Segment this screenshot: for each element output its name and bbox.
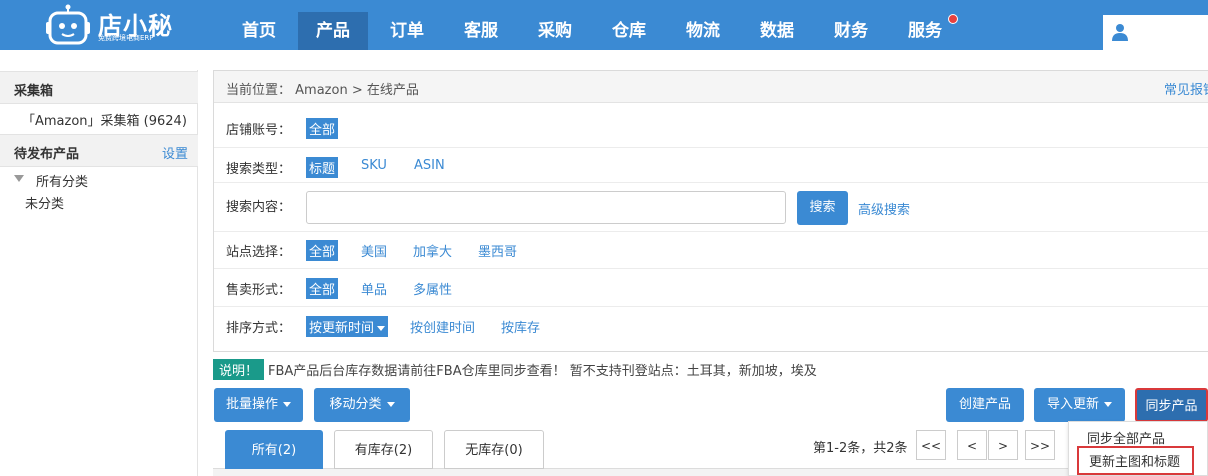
site-option-all[interactable]: 全部 [306, 240, 339, 261]
sidebar-item-uncategorized[interactable]: 未分类 [25, 193, 64, 212]
sidebar-settings-link[interactable]: 设置 [162, 143, 188, 162]
divider [214, 268, 1208, 269]
sidebar-item-amazon-collect[interactable]: 「Amazon」采集箱 (9624) [22, 110, 187, 129]
sync-dropdown-menu: 同步全部产品 更新主图和标题 [1068, 421, 1208, 476]
prev-page-button[interactable]: < [957, 430, 987, 460]
sort-by-stock[interactable]: 按库存 [501, 317, 540, 336]
nav-purchase[interactable]: 采购 [520, 12, 590, 50]
divider [214, 231, 1208, 232]
search-type-sku[interactable]: SKU [361, 158, 387, 173]
button-label: 批量操作 [225, 397, 278, 412]
move-category-button[interactable]: 移动分类 [314, 388, 410, 422]
divider [214, 147, 1208, 148]
import-update-button[interactable]: 导入更新 [1034, 388, 1125, 422]
breadcrumb-bar: 当前位置： Amazon > 在线产品 常见报错 [214, 71, 1208, 103]
robot-logo-icon [46, 4, 90, 45]
divider [214, 182, 1208, 183]
user-icon [1112, 24, 1128, 41]
notification-dot [948, 14, 958, 24]
account-label: 店铺账号： [226, 123, 292, 138]
site-option-canada[interactable]: 加拿大 [413, 241, 452, 260]
pagination-summary: 第1-2条，共2条 [813, 441, 908, 456]
search-type-asin[interactable]: ASIN [414, 158, 445, 173]
create-product-button[interactable]: 创建产品 [946, 388, 1024, 422]
account-option-all[interactable]: 全部 [306, 118, 339, 139]
search-button[interactable]: 搜索 [797, 191, 848, 225]
nav-data[interactable]: 数据 [742, 12, 812, 50]
nav-orders[interactable]: 订单 [372, 12, 442, 50]
menu-item-sync-all[interactable]: 同步全部产品 [1087, 428, 1165, 447]
search-content-label: 搜索内容： [226, 200, 292, 215]
user-menu[interactable] [1103, 15, 1208, 50]
notice-badge: 说明！ [213, 359, 265, 380]
sell-form-variation[interactable]: 多属性 [413, 279, 452, 298]
sell-form-label: 售卖形式： [226, 283, 292, 298]
collapse-triangle-icon[interactable] [14, 175, 24, 182]
sort-option-label: 按更新时间 [309, 321, 375, 336]
sort-by-create-time[interactable]: 按创建时间 [410, 317, 475, 336]
logo-subtitle: 免费跨境电商ERP [98, 34, 154, 42]
tab-out-of-stock[interactable]: 无库存(0) [444, 430, 544, 469]
chevron-down-icon [386, 402, 395, 407]
sidebar: 采集箱 「Amazon」采集箱 (9624) 待发布产品 设置 [0, 70, 198, 476]
faq-link[interactable]: 常见报错 [1164, 79, 1208, 98]
button-label: 导入更新 [1046, 397, 1099, 412]
top-navbar: 店小秘 免费跨境电商ERP 首页 产品 订单 客服 采购 仓库 物流 数据 财务… [0, 0, 1208, 50]
advanced-search-link[interactable]: 高级搜索 [858, 199, 910, 218]
button-label: 移动分类 [329, 397, 382, 412]
sidebar-section-title: 待发布产品 [14, 147, 80, 162]
sidebar-section-collect: 采集箱 [0, 71, 198, 104]
last-page-button[interactable]: >> [1025, 430, 1055, 460]
search-type-label: 搜索类型： [226, 162, 292, 177]
chevron-down-icon [377, 326, 386, 331]
sell-form-all[interactable]: 全部 [306, 278, 339, 299]
breadcrumb-prefix: 当前位置： [226, 83, 292, 98]
next-page-button[interactable]: > [988, 430, 1018, 460]
nav-home[interactable]: 首页 [224, 12, 294, 50]
filter-panel: 当前位置： Amazon > 在线产品 常见报错 店铺账号： 全部 搜索类型： … [213, 70, 1208, 352]
sync-products-button[interactable]: 同步产品 [1135, 388, 1208, 422]
notice-text: FBA产品后台库存数据请前往FBA仓库里同步查看！ 暂不支持刊登站点：土耳其，新… [268, 364, 817, 379]
site-option-mexico[interactable]: 墨西哥 [478, 241, 517, 260]
nav-customer-service[interactable]: 客服 [446, 12, 516, 50]
sort-by-update-time[interactable]: 按更新时间 [306, 316, 389, 337]
site-label: 站点选择： [226, 245, 292, 260]
notice-bar: 说明！ FBA产品后台库存数据请前往FBA仓库里同步查看！ 暂不支持刊登站点：土耳… [213, 359, 817, 380]
nav-logistics[interactable]: 物流 [668, 12, 738, 50]
search-type-title[interactable]: 标题 [306, 157, 339, 178]
tab-in-stock[interactable]: 有库存(2) [334, 430, 433, 469]
batch-operations-button[interactable]: 批量操作 [214, 388, 303, 422]
sell-form-single[interactable]: 单品 [361, 279, 387, 298]
nav-finance[interactable]: 财务 [816, 12, 886, 50]
logo[interactable]: 店小秘 免费跨境电商ERP [44, 4, 194, 46]
breadcrumb-path[interactable]: Amazon > 在线产品 [295, 83, 419, 98]
chevron-down-icon [283, 402, 291, 407]
divider [214, 306, 1208, 307]
breadcrumb: 当前位置： Amazon > 在线产品 [226, 79, 419, 98]
sidebar-section-pending: 待发布产品 设置 [0, 134, 198, 167]
sidebar-section-title: 采集箱 [14, 84, 54, 99]
sidebar-item-all-categories[interactable]: 所有分类 [36, 171, 88, 190]
sort-label: 排序方式： [226, 321, 292, 336]
site-option-us[interactable]: 美国 [361, 241, 387, 260]
nav-products[interactable]: 产品 [298, 12, 368, 50]
menu-item-update-image-title[interactable]: 更新主图和标题 [1077, 446, 1195, 475]
nav-warehouse[interactable]: 仓库 [594, 12, 664, 50]
chevron-down-icon [1104, 402, 1112, 407]
search-input[interactable] [306, 191, 786, 224]
tab-all[interactable]: 所有(2) [225, 430, 323, 469]
first-page-button[interactable]: << [916, 430, 946, 460]
